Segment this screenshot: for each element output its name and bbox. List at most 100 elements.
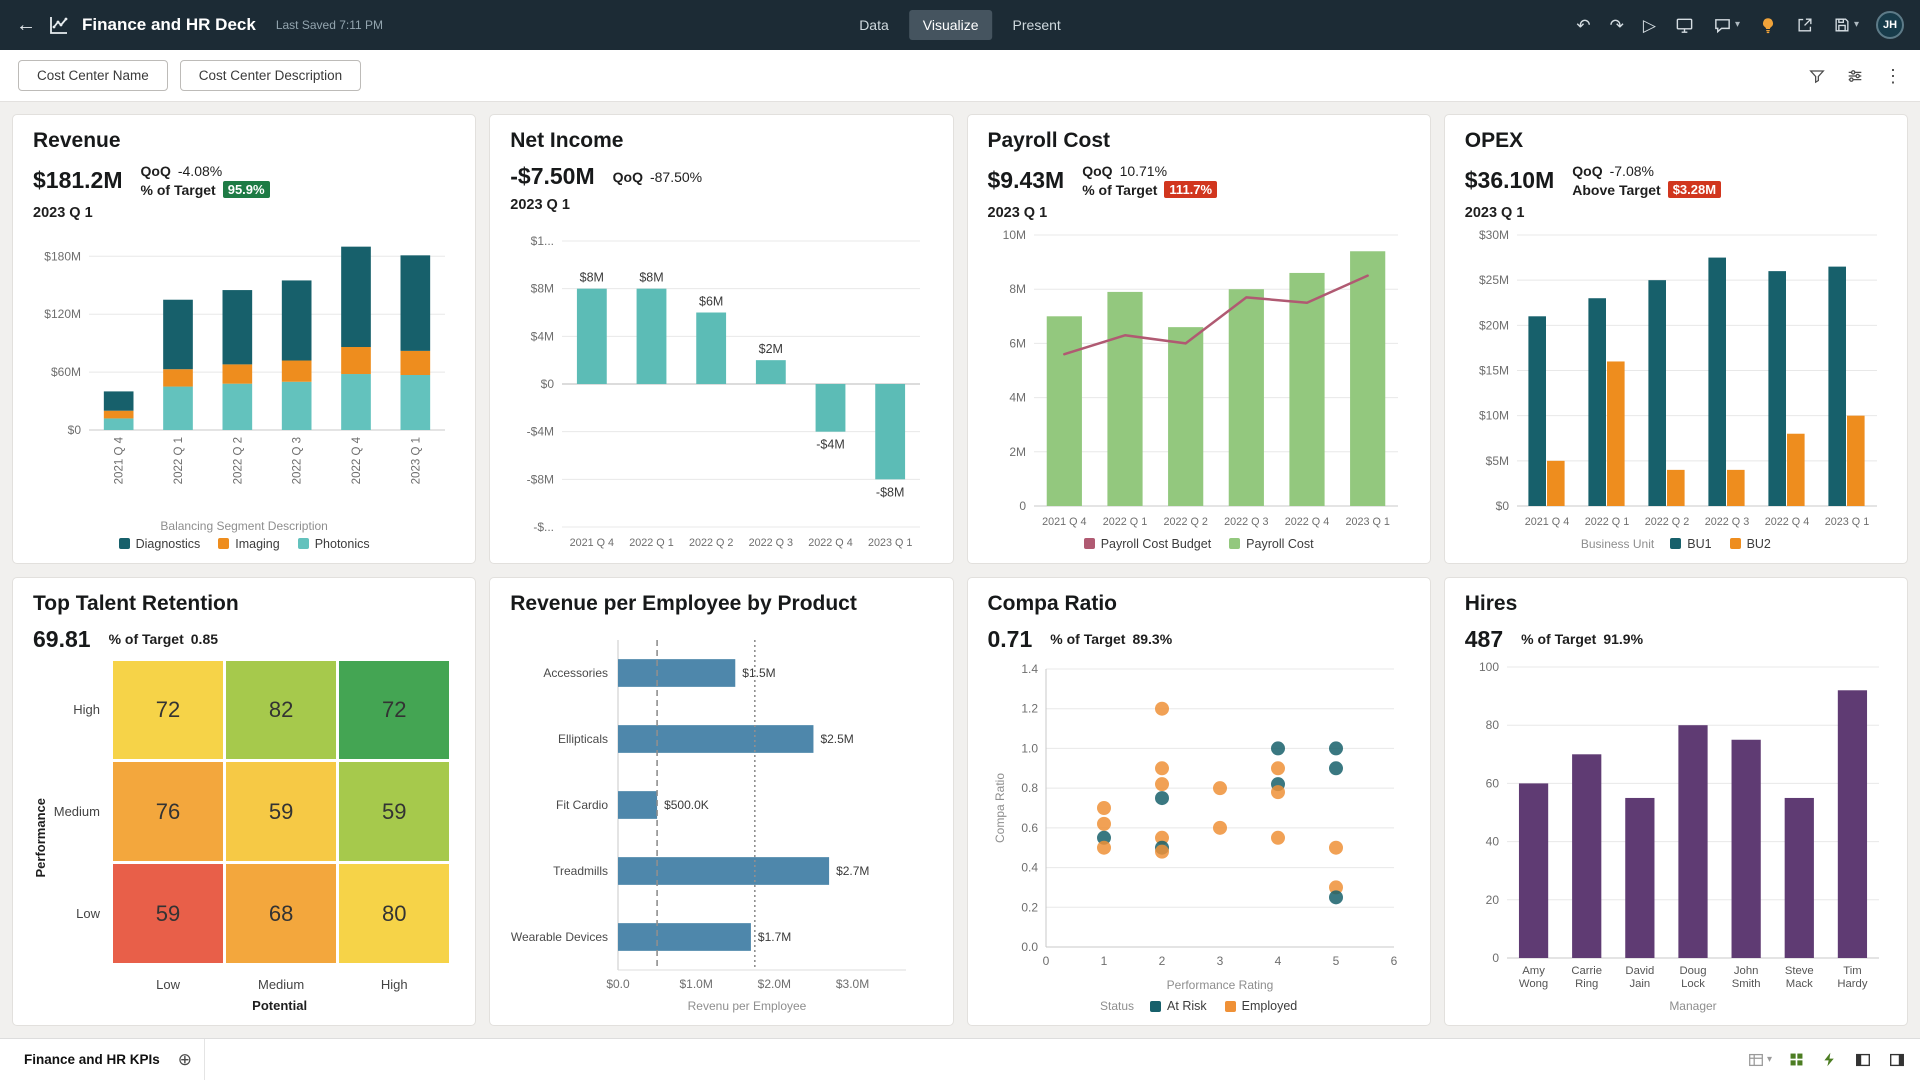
payroll-cost-chart[interactable]: 0 2M 4M 6M 8M 10M 2021 Q 4 2022 Q 1 2022 Q 2 2022… [988, 225, 1410, 532]
tile-title: Revenue per Employee by Product [510, 591, 857, 615]
back-button[interactable]: ← [16, 15, 36, 35]
tab-visualize[interactable]: Visualize [908, 10, 993, 40]
svg-text:8M: 8M [1009, 282, 1026, 296]
filter-funnel-button[interactable] [1808, 67, 1826, 85]
limit-values-button[interactable] [1846, 67, 1864, 85]
svg-text:4: 4 [1274, 954, 1281, 968]
svg-text:0: 0 [1042, 954, 1049, 968]
heatmap-y-axis-title: Performance [33, 798, 48, 878]
svg-text:2022 Q 1: 2022 Q 1 [1585, 516, 1629, 528]
opex-chart[interactable]: $0 $5M $10M $15M $20M $25M $30M 2021 Q 4 2022 Q … [1465, 225, 1887, 532]
tab-data[interactable]: Data [845, 10, 903, 40]
svg-text:$0: $0 [1495, 499, 1509, 513]
legend-item[interactable]: Photonics [297, 537, 370, 551]
filter-chip-cost-center-description[interactable]: Cost Center Description [179, 60, 362, 91]
heatmap-cell[interactable]: 76 [113, 762, 224, 862]
tile-title: Top Talent Retention [33, 591, 239, 615]
heatmap-cell[interactable]: 59 [339, 762, 450, 862]
tile-revenue[interactable]: Revenue $181.2M QoQ -4.08% % of Target 95.… [12, 114, 477, 564]
legend-label: BU2 [1746, 536, 1771, 551]
auto-apply-flash-button[interactable] [1821, 1051, 1838, 1068]
user-avatar[interactable]: JH [1876, 11, 1904, 39]
legend-swatch [118, 538, 130, 549]
revenue-chart[interactable]: $0 $60M $120M $180M 2021 Q 4 2022 Q 1 2022 Q 2… [33, 225, 455, 514]
svg-text:2021 Q 4: 2021 Q 4 [114, 436, 126, 484]
svg-text:AmyWong: Amy Wong [1519, 965, 1548, 990]
svg-text:2023 Q 1: 2023 Q 1 [1825, 516, 1869, 528]
svg-text:$3.0M: $3.0M [836, 977, 869, 991]
hires-chart[interactable]: 0 20 40 60 80 100 Amy Wong Carrie Ring David Jain Do… [1465, 657, 1887, 1016]
heatmap-cell[interactable]: 72 [113, 660, 224, 760]
redo-button[interactable]: ↷ [1608, 15, 1626, 36]
legend-item[interactable]: Imaging [218, 537, 280, 551]
heatmap-row-label: High [73, 702, 100, 718]
svg-text:$0: $0 [68, 423, 82, 437]
svg-text:2022 Q 3: 2022 Q 3 [292, 437, 304, 484]
svg-text:SteveMack: Steve Mack [1785, 965, 1814, 990]
panel-right-toggle[interactable] [1888, 1051, 1906, 1069]
target-badge: 111.7% [1164, 181, 1218, 198]
svg-text:$120M: $120M [44, 307, 81, 321]
legend-title: Business Unit [1580, 536, 1655, 551]
target-value: 0.85 [190, 631, 219, 647]
filter-chip-cost-center-name[interactable]: Cost Center Name [18, 60, 168, 91]
open-in-new-window-button[interactable] [1794, 14, 1816, 36]
tab-present[interactable]: Present [999, 10, 1075, 40]
add-canvas-button[interactable]: ⊕ [178, 1051, 192, 1068]
tile-revenue-per-employee[interactable]: Revenue per Employee by Product $0.0 $1.0… [489, 576, 954, 1026]
panel-left-toggle[interactable] [1854, 1051, 1872, 1069]
comments-button[interactable]: ▾ [1711, 14, 1742, 37]
svg-text:$8M: $8M [531, 282, 554, 296]
legend-item[interactable]: Diagnostics [118, 537, 200, 551]
heatmap-cell[interactable]: 59 [226, 762, 337, 862]
legend-item[interactable]: Employed [1224, 999, 1297, 1013]
heatmap-cell[interactable]: 68 [226, 864, 337, 963]
insights-bulb-button[interactable] [1757, 14, 1779, 36]
tile-hires[interactable]: Hires 487 % of Target 91.9% 0 20 40 60 80 100 A… [1443, 576, 1908, 1026]
legend-item[interactable]: BU2 [1729, 536, 1771, 551]
tile-top-talent-retention[interactable]: Top Talent Retention 69.81 % of Target 0.… [12, 576, 477, 1026]
svg-text:0.0: 0.0 [1021, 940, 1038, 954]
legend-label: Payroll Cost Budget [1100, 536, 1212, 551]
svg-text:2021 Q 4: 2021 Q 4 [570, 537, 614, 549]
kpi-value: 69.81 [33, 625, 91, 652]
save-button[interactable]: ▾ [1831, 14, 1861, 36]
undo-button[interactable]: ↶ [1574, 15, 1592, 36]
heatmap-cell[interactable]: 82 [226, 660, 337, 760]
svg-text:2022 Q 4: 2022 Q 4 [809, 537, 853, 549]
qoq-value: -4.08% [177, 163, 223, 179]
svg-text:2022 Q 2: 2022 Q 2 [1645, 516, 1689, 528]
tile-payroll-cost[interactable]: Payroll Cost $9.43M QoQ 10.71% % of Targe… [966, 114, 1431, 564]
legend-item[interactable]: Payroll Cost Budget [1083, 536, 1212, 551]
line-chart-logo-icon [48, 14, 70, 36]
svg-text:2: 2 [1158, 954, 1165, 968]
tile-compa-ratio[interactable]: Compa Ratio 0.71 % of Target 89.3% 0.0 0.2… [966, 576, 1431, 1026]
target-badge: 95.9% [222, 181, 270, 198]
tile-net-income[interactable]: Net Income -$7.50M QoQ -87.50% 2023 Q 1 $… [489, 114, 954, 564]
svg-text:$6M: $6M [699, 295, 723, 309]
heatmap-cell[interactable]: 59 [113, 864, 224, 963]
svg-text:6M: 6M [1009, 336, 1026, 350]
legend-item[interactable]: Payroll Cost [1229, 537, 1314, 551]
kpi-period: 2023 Q 1 [987, 205, 1048, 221]
tile-opex[interactable]: OPEX $36.10M QoQ -7.08% Above Target $3.28… [1443, 114, 1908, 564]
preview-button[interactable] [1673, 14, 1696, 37]
svg-text:Manager: Manager [1669, 999, 1716, 1013]
svg-text:2022 Q 1: 2022 Q 1 [173, 437, 185, 484]
revenue-per-employee-chart[interactable]: $0.0 $1.0M $2.0M $3.0M Accessories $1.5M Ellip… [510, 630, 932, 1016]
legend-item[interactable]: At Risk [1150, 999, 1207, 1013]
compa-ratio-scatter[interactable]: 0.0 0.2 0.4 0.6 0.8 1.0 1.2 1.4 0 1 2 3 4 5 6 Performan… [988, 657, 1410, 995]
net-income-chart[interactable]: $1... $8M $4M $0 -$4M -$8M -$... $8M 2021 Q 4 $8M… [510, 217, 932, 553]
talent-retention-heatmap[interactable]: Performance High 72 82 72 Medium 76 59 59 Low 59 68… [33, 657, 455, 1016]
svg-text:Accessories: Accessories [544, 666, 609, 680]
grid-view-button[interactable] [1788, 1051, 1805, 1068]
legend-item[interactable]: BU1 [1670, 537, 1712, 551]
canvas-tab-finance-hr-kpis[interactable]: Finance and HR KPIs [14, 1048, 170, 1071]
svg-text:6: 6 [1390, 954, 1397, 968]
svg-text:Wearable Devices: Wearable Devices [511, 930, 608, 944]
heatmap-cell[interactable]: 72 [339, 660, 450, 760]
heatmap-cell[interactable]: 80 [339, 864, 450, 963]
play-button[interactable]: ▷ [1641, 15, 1658, 36]
table-view-button[interactable]: ▾ [1747, 1051, 1772, 1069]
menu-kebab-button[interactable]: ⋮ [1884, 67, 1902, 85]
